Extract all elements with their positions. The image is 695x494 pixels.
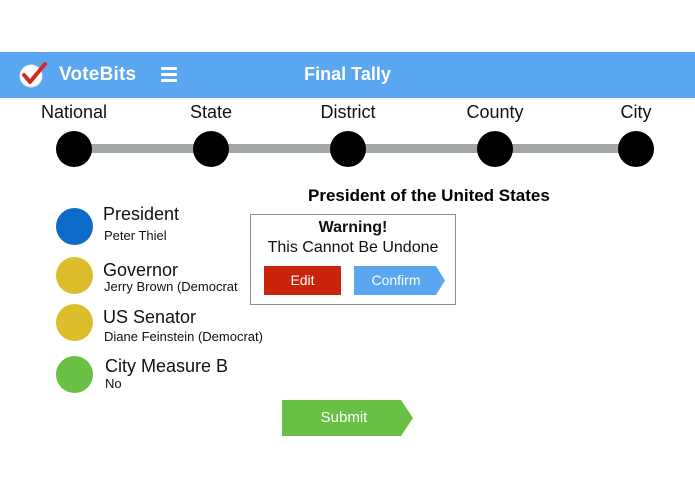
app-name: VoteBits xyxy=(59,64,137,85)
race-name: President xyxy=(103,204,180,224)
status-dot xyxy=(56,257,93,294)
race-choice: No xyxy=(105,376,122,391)
race-choice: Jerry Brown (Democrat xyxy=(104,279,238,294)
confirm-button-label: Confirm xyxy=(371,272,421,288)
timeline-label-city[interactable]: City xyxy=(621,102,652,123)
race-title: President of the United States xyxy=(308,186,550,205)
edit-button[interactable]: Edit xyxy=(264,266,341,295)
race-name: City Measure B xyxy=(105,356,229,376)
timeline-label-state[interactable]: State xyxy=(190,102,232,123)
page-title: Final Tally xyxy=(304,64,391,84)
timeline-stop-national[interactable] xyxy=(56,131,92,167)
checkmark-circle-icon[interactable] xyxy=(18,61,48,89)
race-name: US Senator xyxy=(103,307,197,327)
status-dot xyxy=(56,356,93,393)
timeline-stop-district[interactable] xyxy=(330,131,366,167)
timeline-label-county[interactable]: County xyxy=(466,102,523,123)
confirm-button[interactable]: Confirm xyxy=(354,266,445,295)
race-choice: Peter Thiel xyxy=(104,228,167,243)
race-choice: Diane Feinstein (Democrat) xyxy=(104,329,263,344)
dialog-title: Warning! xyxy=(318,219,388,236)
dialog-message: This Cannot Be Undone xyxy=(267,239,439,256)
submit-button[interactable]: Submit xyxy=(282,400,413,436)
app-header: VoteBits Final Tally xyxy=(0,52,695,98)
warning-dialog: Warning! This Cannot Be Undone Edit Conf… xyxy=(250,214,456,305)
submit-button-label: Submit xyxy=(320,409,368,426)
hamburger-menu-icon[interactable] xyxy=(161,67,179,83)
timeline-stop-state[interactable] xyxy=(193,131,229,167)
status-dot xyxy=(56,208,93,245)
timeline-label-national[interactable]: National xyxy=(41,102,107,123)
timeline-stop-county[interactable] xyxy=(477,131,513,167)
race-name: Governor xyxy=(103,260,179,280)
timeline-label-district[interactable]: District xyxy=(321,102,376,123)
timeline-stop-city[interactable] xyxy=(618,131,654,167)
status-dot xyxy=(56,304,93,341)
